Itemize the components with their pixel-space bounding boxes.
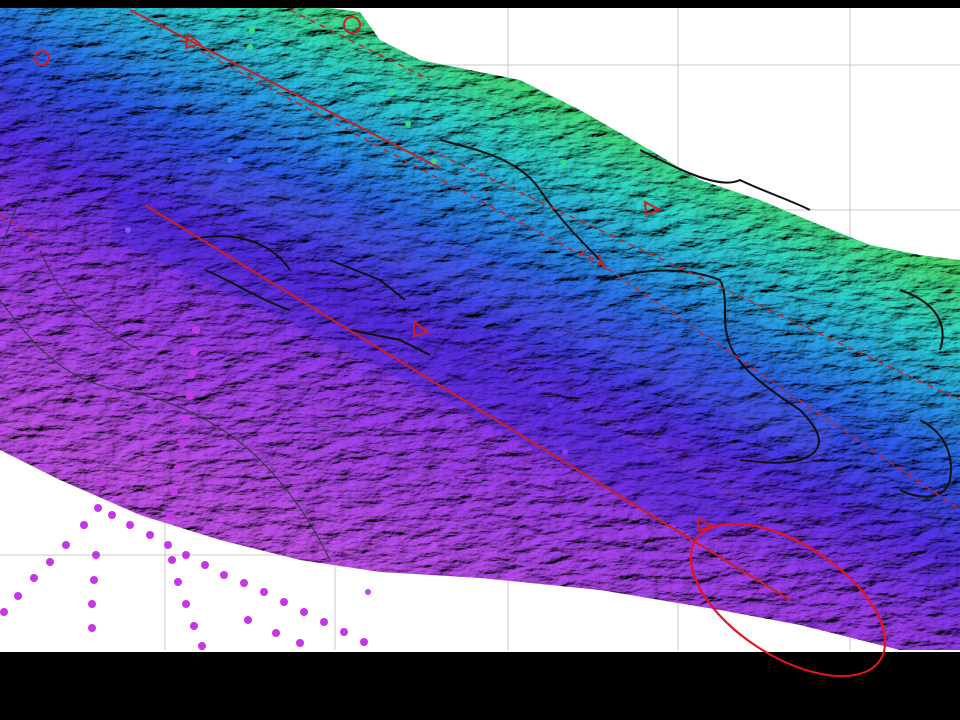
- map-canvas: [0, 0, 960, 720]
- top-frame-strip: [0, 0, 960, 8]
- bathymetry-map: [0, 0, 960, 720]
- bottom-frame-strip: [0, 652, 960, 720]
